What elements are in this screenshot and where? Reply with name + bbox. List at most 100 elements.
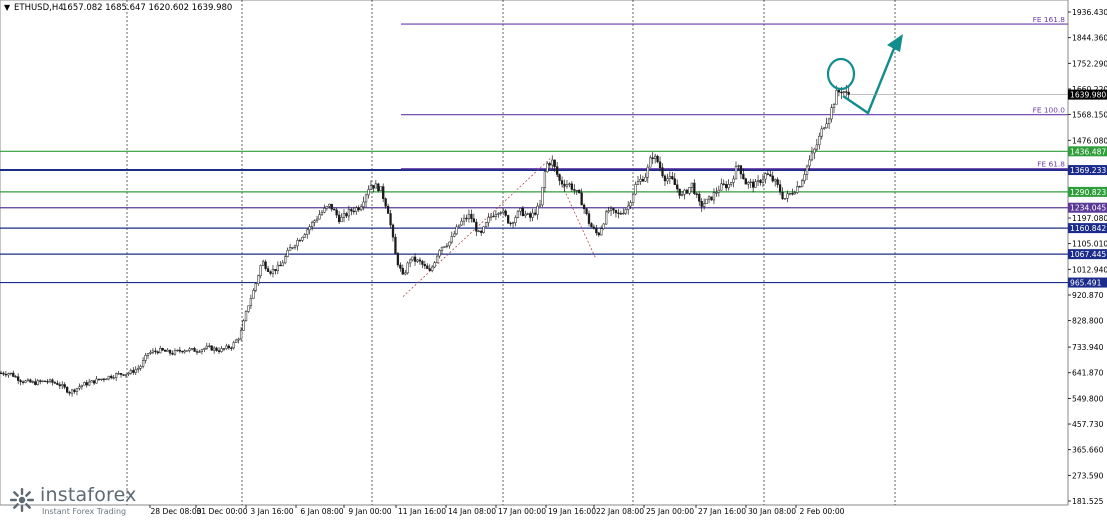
price-chart[interactable]: 1436.487 1369.233 1290.823 1234.045 1160.842… [0,0,1107,520]
candle-body-96 [235,339,238,343]
candle-body-203 [497,213,500,215]
candle-body-111 [271,268,275,274]
candle-body-168 [411,256,414,261]
candle-body-188 [460,220,463,226]
x-tick-label-12: 30 Jan 08:00 [748,507,796,516]
candle-body-126 [308,226,311,231]
candle-body-92 [225,345,228,349]
candle-body-15 [36,380,39,385]
candle-body-75 [183,350,186,353]
candle-body-283 [693,182,696,195]
candle-body-146 [357,207,360,211]
x-tick-label-10: 25 Jan 00:00 [646,507,694,516]
candle-body-84 [205,345,208,349]
level-price-label-0: 1436.487 [1070,147,1106,156]
candle-body-229 [560,180,564,185]
candle-body-195 [477,230,480,233]
candle-body-183 [448,241,451,247]
candle-body-244 [597,232,600,236]
y-tick-label-7: 1105.010 [1072,240,1107,249]
candle-body-307 [752,181,755,188]
candle-body-129 [315,218,319,221]
candle-body-12 [29,379,32,383]
y-tick-label-16: 273.590 [1072,471,1104,480]
candle-body-83 [203,348,206,350]
candle-body-109 [266,268,270,272]
candle-body-282 [690,182,694,188]
candle-body-187 [458,224,461,228]
y-tick-label-4: 1568.150 [1072,111,1107,120]
candle-body-46 [112,377,115,379]
candle-body-119 [291,247,294,249]
watermark-tagline: Instant Forex Trading [42,507,127,516]
level-price-label-3: 1234.045 [1070,204,1106,213]
candle-body-63 [154,350,157,352]
candle-body-145 [355,207,358,212]
candle-body-45 [110,375,113,379]
candle-body-41 [100,378,103,381]
candle-body-11 [26,379,30,382]
candle-body-44 [107,375,110,380]
candle-body-79 [193,348,196,352]
candle-body-214 [524,213,527,217]
candle-body-204 [499,212,502,214]
candle-body-104 [254,283,257,291]
candle-body-285 [698,193,701,202]
candle-body-62 [151,350,155,353]
candle-body-117 [286,250,289,257]
candle-body-54 [132,370,135,373]
candle-body-173 [423,264,427,267]
candle-body-323 [791,193,794,195]
candle-body-112 [274,268,277,272]
candle-body-14 [34,381,37,385]
candle-body-324 [793,192,796,195]
y-tick-label-6: 1197.080 [1072,214,1107,223]
candle-body-144 [352,210,355,213]
candle-body-302 [739,165,743,175]
y-tick-label-13: 549.800 [1072,394,1104,403]
y-tick-label-14: 457.730 [1072,420,1104,429]
candle-body-140 [342,213,346,218]
candle-body-127 [311,222,314,227]
candle-body-91 [222,348,226,350]
candle-body-185 [453,233,456,237]
candle-body-81 [198,351,201,353]
candle-body-105 [257,275,260,284]
candle-body-217 [531,212,534,218]
candle-body-271 [663,175,667,182]
candle-body-201 [492,215,495,218]
candle-body-74 [181,350,184,353]
candle-body-0 [0,372,3,375]
candle-body-236 [578,189,581,194]
candle-body-329 [805,165,809,175]
candle-body-55 [134,369,137,373]
candle-body-279 [683,189,686,195]
candle-body-253 [619,213,623,215]
candle-body-205 [502,210,505,213]
candle-body-21 [51,379,54,383]
candle-body-308 [754,181,757,188]
candle-body-303 [742,173,745,180]
candle-body-325 [796,186,799,193]
candle-body-258 [631,193,635,203]
candle-body-151 [369,185,373,190]
y-tick-label-11: 733.940 [1072,343,1104,352]
candle-body-209 [511,222,515,224]
candle-body-320 [783,198,787,200]
candle-body-232 [568,183,571,185]
candle-body-251 [614,209,618,214]
candle-body-124 [303,234,306,238]
x-tick-label-4: 9 Jan 00:00 [348,507,391,516]
candle-body-88 [215,347,218,351]
candle-body-298 [729,182,733,185]
candle-body-141 [345,213,348,217]
candle-body-115 [281,262,284,267]
x-tick-label-7: 17 Jan 00:00 [498,507,546,516]
candle-body-212 [519,208,522,212]
candle-body-100 [244,311,248,322]
candle-body-267 [654,155,657,159]
candle-body-154 [377,183,380,191]
candle-body-18 [43,380,47,382]
candle-body-149 [364,194,368,203]
candle-body-182 [445,245,449,247]
